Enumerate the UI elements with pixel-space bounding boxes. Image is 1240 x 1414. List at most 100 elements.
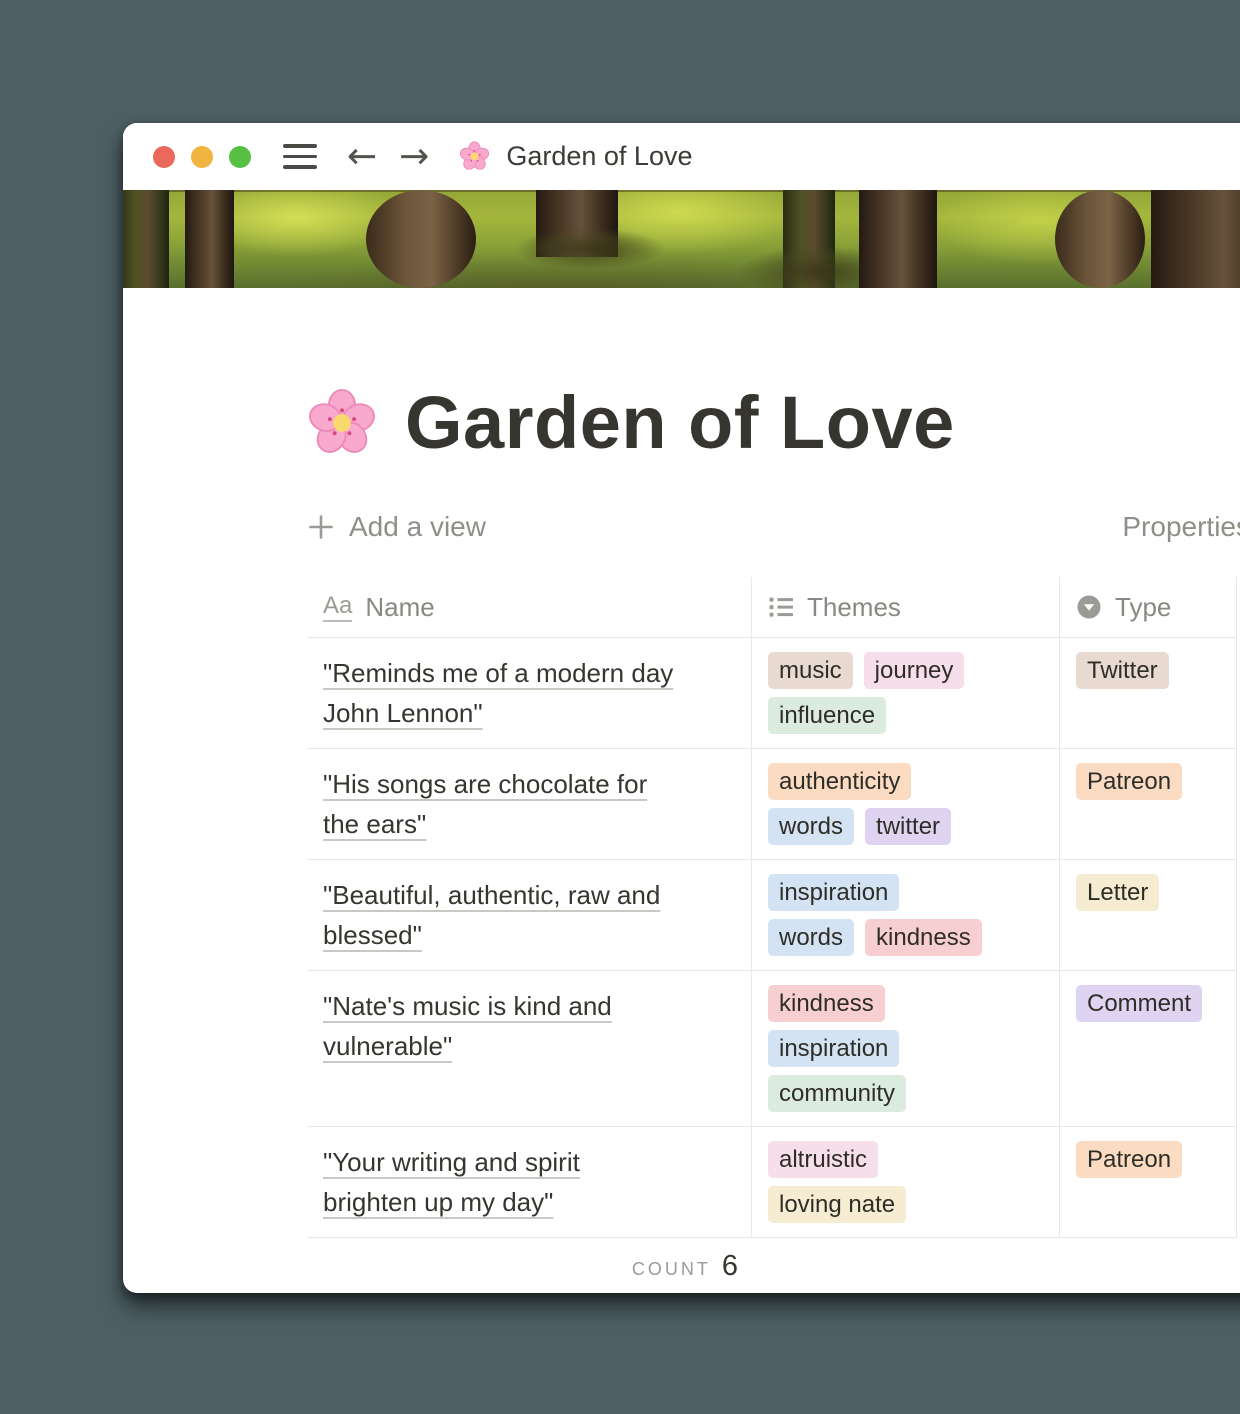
- table-row: "Your writing and spiritbrighten up my d…: [307, 1127, 1237, 1238]
- tree-trunk: [1151, 190, 1240, 288]
- tag-line: words kindness: [768, 919, 1043, 956]
- tag-line: altruistic: [768, 1141, 1043, 1178]
- type-tag: Twitter: [1076, 652, 1169, 689]
- count-aggregate[interactable]: COUNT 6: [307, 1238, 752, 1293]
- column-header-themes[interactable]: Themes: [752, 577, 1060, 637]
- theme-tag: kindness: [865, 919, 982, 956]
- row-title-line: "Beautiful, authentic, raw and: [323, 875, 727, 915]
- select-icon: [1076, 594, 1102, 620]
- theme-tag: inspiration: [768, 874, 899, 911]
- theme-tag: inspiration: [768, 1030, 899, 1067]
- page-heading: Garden of Love: [307, 382, 1240, 463]
- column-label: Name: [365, 592, 434, 623]
- name-cell[interactable]: "Beautiful, authentic, raw andblessed": [307, 860, 752, 970]
- table-footer: COUNT 6: [307, 1238, 1237, 1293]
- type-cell[interactable]: Letter: [1060, 860, 1237, 970]
- table-row: "Beautiful, authentic, raw andblessed"in…: [307, 860, 1237, 971]
- type-cell[interactable]: Patreon: [1060, 1127, 1237, 1237]
- themes-cell[interactable]: inspiration words kindness: [752, 860, 1060, 970]
- theme-tag: words: [768, 919, 854, 956]
- table-row: "His songs are chocolate forthe ears"aut…: [307, 749, 1237, 860]
- name-cell[interactable]: "Your writing and spiritbrighten up my d…: [307, 1127, 752, 1237]
- row-title-line: the ears": [323, 804, 727, 844]
- row-title-line: "His songs are chocolate for: [323, 764, 727, 804]
- count-value: 6: [722, 1250, 738, 1283]
- tag-line: words twitter: [768, 808, 1043, 845]
- properties-button[interactable]: Properties: [1122, 511, 1240, 543]
- name-cell[interactable]: "Reminds me of a modern dayJohn Lennon": [307, 638, 752, 748]
- type-cell[interactable]: Twitter: [1060, 638, 1237, 748]
- themes-cell[interactable]: altruistic loving nate: [752, 1127, 1060, 1237]
- database-table: Aa Name Themes Type "Reminds me of a mod…: [307, 577, 1237, 1293]
- tree-trunk: [123, 190, 169, 288]
- minimize-button[interactable]: [191, 146, 213, 168]
- tag-line: inspiration: [768, 1030, 1043, 1067]
- row-title-line: blessed": [323, 915, 727, 955]
- row-title-line: "Your writing and spirit: [323, 1142, 727, 1182]
- window-title: Garden of Love: [506, 141, 692, 172]
- theme-tag: altruistic: [768, 1141, 878, 1178]
- row-title-line: John Lennon": [323, 693, 727, 733]
- tag-line: loving nate: [768, 1186, 1043, 1223]
- theme-tag: twitter: [865, 808, 951, 845]
- row-title-line: vulnerable": [323, 1026, 727, 1066]
- themes-cell[interactable]: kindness inspiration community: [752, 971, 1060, 1126]
- theme-tag: authenticity: [768, 763, 911, 800]
- theme-tag: loving nate: [768, 1186, 906, 1223]
- theme-tag: music: [768, 652, 853, 689]
- add-view-label: Add a view: [349, 511, 486, 543]
- type-cell[interactable]: Patreon: [1060, 749, 1237, 859]
- table-header: Aa Name Themes Type: [307, 577, 1237, 638]
- row-title-line: brighten up my day": [323, 1182, 727, 1222]
- tag-line: kindness: [768, 985, 1043, 1022]
- type-cell[interactable]: Comment: [1060, 971, 1237, 1126]
- theme-tag: community: [768, 1075, 906, 1112]
- theme-tag: words: [768, 808, 854, 845]
- tag-line: influence: [768, 697, 1043, 734]
- tag-line: community: [768, 1075, 1043, 1112]
- count-label: COUNT: [632, 1259, 711, 1280]
- type-tag: Patreon: [1076, 1141, 1182, 1178]
- name-cell[interactable]: "His songs are chocolate forthe ears": [307, 749, 752, 859]
- cover-image: [123, 190, 1240, 288]
- column-header-type[interactable]: Type: [1060, 577, 1237, 637]
- table-rows: "Reminds me of a modern dayJohn Lennon"m…: [307, 638, 1237, 1238]
- tree-trunk: [1055, 190, 1145, 288]
- table-row: "Reminds me of a modern dayJohn Lennon"m…: [307, 638, 1237, 749]
- zoom-button[interactable]: [229, 146, 251, 168]
- window-titlebar: ← → Garden of Love: [123, 123, 1240, 190]
- type-tag: Letter: [1076, 874, 1159, 911]
- sidebar-menu-icon[interactable]: [283, 144, 317, 168]
- cherry-blossom-icon: [307, 388, 377, 458]
- row-title-line: "Reminds me of a modern day: [323, 653, 727, 693]
- type-tag: Comment: [1076, 985, 1202, 1022]
- theme-tag: kindness: [768, 985, 885, 1022]
- name-cell[interactable]: "Nate's music is kind andvulnerable": [307, 971, 752, 1126]
- column-label: Themes: [807, 592, 901, 623]
- type-tag: Patreon: [1076, 763, 1182, 800]
- add-view-button[interactable]: Add a view: [307, 511, 486, 543]
- moss-mound: [515, 228, 665, 270]
- themes-cell[interactable]: authenticity words twitter: [752, 749, 1060, 859]
- list-icon: [768, 594, 794, 620]
- tag-line: authenticity: [768, 763, 1043, 800]
- page-title: Garden of Love: [405, 382, 955, 463]
- traffic-lights: [153, 146, 251, 168]
- tag-line: music journey: [768, 652, 1043, 689]
- forward-arrow-icon[interactable]: →: [399, 139, 429, 175]
- themes-cell[interactable]: music journey influence: [752, 638, 1060, 748]
- back-arrow-icon[interactable]: ←: [347, 139, 377, 175]
- tree-trunk: [366, 190, 476, 288]
- view-bar: Add a view Properties: [307, 505, 1240, 549]
- tree-trunk: [185, 190, 234, 288]
- row-title-line: "Nate's music is kind and: [323, 986, 727, 1026]
- table-row: "Nate's music is kind andvulnerable"kind…: [307, 971, 1237, 1127]
- plus-icon: [307, 513, 335, 541]
- close-button[interactable]: [153, 146, 175, 168]
- column-header-name[interactable]: Aa Name: [307, 577, 752, 637]
- column-label: Type: [1115, 592, 1171, 623]
- theme-tag: journey: [864, 652, 965, 689]
- title-icon: Aa: [323, 593, 352, 622]
- theme-tag: influence: [768, 697, 886, 734]
- app-window: ← → Garden of Love Garden of Love Add a …: [123, 123, 1240, 1293]
